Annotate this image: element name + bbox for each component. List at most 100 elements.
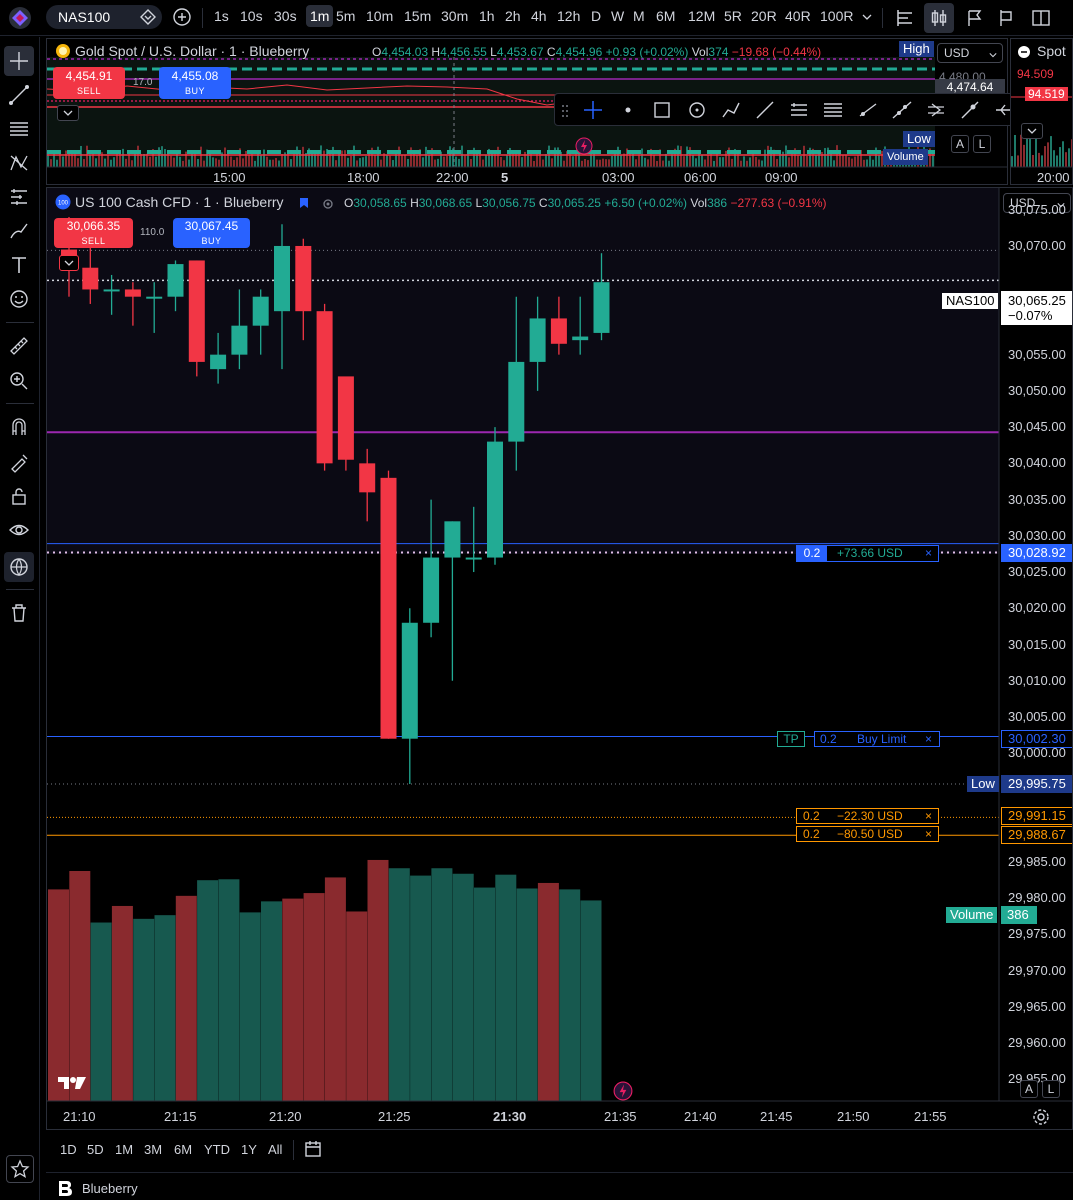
gold-sell-button[interactable]: 4,454.91 SELL bbox=[53, 67, 125, 99]
range-5d[interactable]: 5D bbox=[87, 1142, 104, 1157]
magnet-icon[interactable] bbox=[8, 416, 30, 438]
chart-type-button[interactable] bbox=[924, 3, 954, 33]
gold-collapse-button[interactable] bbox=[57, 105, 79, 121]
timeframe-1m[interactable]: 1m bbox=[306, 5, 334, 27]
log-scale-button[interactable]: L bbox=[1042, 1080, 1060, 1098]
nas100-collapse-button[interactable] bbox=[59, 255, 79, 271]
timeframe-4h[interactable]: 4h bbox=[531, 8, 547, 24]
range-all[interactable]: All bbox=[268, 1142, 282, 1157]
timeframe-m[interactable]: M bbox=[633, 8, 645, 24]
spot-collapse-button[interactable] bbox=[1021, 123, 1043, 139]
ruler-icon[interactable] bbox=[8, 335, 30, 357]
timeframe-5r[interactable]: 5R bbox=[724, 8, 742, 24]
timeframe-100r[interactable]: 100R bbox=[820, 8, 853, 24]
trash-icon[interactable] bbox=[8, 602, 30, 624]
timeframe-d[interactable]: D bbox=[591, 8, 601, 24]
take-profit-tag[interactable]: TP bbox=[777, 731, 805, 747]
position-order-tag[interactable]: 0.2 +73.66 USD × bbox=[796, 545, 939, 562]
watchlist-button[interactable] bbox=[6, 1155, 34, 1183]
cancel-stop-icon[interactable]: × bbox=[925, 809, 932, 823]
timeframe-12h[interactable]: 12h bbox=[557, 8, 580, 24]
fib-levels-icon[interactable] bbox=[822, 99, 844, 121]
layout-icon[interactable] bbox=[1030, 7, 1052, 29]
timeframe-1s[interactable]: 1s bbox=[214, 8, 229, 24]
forecast-icon[interactable] bbox=[8, 186, 30, 208]
range-1y[interactable]: 1Y bbox=[241, 1142, 257, 1157]
gold-auto-scale-button[interactable]: A bbox=[951, 135, 969, 153]
timeframe-30m[interactable]: 30m bbox=[441, 8, 468, 24]
bookmark-flag-icon[interactable] bbox=[298, 197, 310, 209]
flag-icon[interactable] bbox=[996, 7, 1018, 29]
spot-chart-pane[interactable]: Spot 94.509 94.519 20:00 bbox=[1010, 38, 1073, 185]
timeframe-w[interactable]: W bbox=[611, 8, 624, 24]
favorite-diamond-icon[interactable] bbox=[140, 9, 156, 25]
gold-log-scale-button[interactable]: L bbox=[973, 135, 991, 153]
close-position-icon[interactable]: × bbox=[925, 546, 932, 561]
timeframe-15m[interactable]: 15m bbox=[404, 8, 431, 24]
range-1d[interactable]: 1D bbox=[60, 1142, 77, 1157]
range-1m[interactable]: 1M bbox=[115, 1142, 133, 1157]
time-axis[interactable]: 21:10 21:15 21:20 21:25 21:30 21:35 21:40 21:45… bbox=[47, 1102, 1072, 1129]
circle-icon[interactable] bbox=[686, 99, 708, 121]
range-ytd[interactable]: YTD bbox=[204, 1142, 230, 1157]
trend-line-icon[interactable] bbox=[8, 84, 30, 106]
dot-icon[interactable] bbox=[617, 99, 639, 121]
cancel-stop-icon[interactable]: × bbox=[925, 827, 932, 841]
chevron-down-icon[interactable] bbox=[862, 12, 872, 22]
line-icon[interactable] bbox=[754, 99, 776, 121]
nas100-sell-button[interactable]: 30,066.35 SELL bbox=[54, 218, 133, 248]
text-icon[interactable] bbox=[8, 254, 30, 276]
timeframe-10m[interactable]: 10m bbox=[366, 8, 393, 24]
crosshair-tool[interactable] bbox=[4, 46, 34, 76]
range-6m[interactable]: 6M bbox=[174, 1142, 192, 1157]
alert-icon[interactable] bbox=[964, 7, 986, 29]
timeframe-2h[interactable]: 2h bbox=[505, 8, 521, 24]
timeframe-1h[interactable]: 1h bbox=[479, 8, 495, 24]
timeframe-30s[interactable]: 30s bbox=[274, 8, 297, 24]
tradingview-logo-icon[interactable] bbox=[57, 1074, 87, 1092]
brush-icon[interactable] bbox=[8, 220, 30, 242]
emoji-icon[interactable] bbox=[8, 288, 30, 310]
drawing-mode-icon[interactable] bbox=[8, 451, 30, 473]
nas100-chart-pane[interactable]: 100 US 100 Cash CFD · 1 · Blueberry O30,… bbox=[46, 187, 1073, 1130]
range-3m[interactable]: 3M bbox=[144, 1142, 162, 1157]
timeframe-10s[interactable]: 10s bbox=[240, 8, 263, 24]
spot-chart-canvas[interactable] bbox=[1011, 39, 1073, 185]
web-button[interactable] bbox=[4, 552, 34, 582]
lock-icon[interactable] bbox=[8, 485, 30, 507]
horizontal-lines-icon[interactable] bbox=[788, 99, 810, 121]
drag-handle-icon[interactable] bbox=[561, 103, 569, 119]
add-symbol-icon[interactable] bbox=[172, 7, 192, 27]
parallel-channel-icon[interactable] bbox=[925, 99, 947, 121]
symbol-search[interactable]: NAS100 bbox=[46, 5, 162, 29]
timeframe-12m[interactable]: 12M bbox=[688, 8, 715, 24]
spot-title[interactable]: Spot bbox=[1037, 43, 1066, 59]
gold-buy-button[interactable]: 4,455.08 BUY bbox=[159, 67, 231, 99]
stop-order-tag[interactable]: 0.2 −80.50 USD × bbox=[796, 826, 939, 842]
lightning-icon[interactable] bbox=[613, 1081, 633, 1101]
pattern-icon[interactable] bbox=[8, 152, 30, 174]
eye-icon[interactable] bbox=[8, 519, 30, 541]
indicators-icon[interactable] bbox=[894, 7, 916, 29]
timeframe-20r[interactable]: 20R bbox=[751, 8, 777, 24]
timeframe-6m[interactable]: 6M bbox=[656, 8, 675, 24]
timeframe-40r[interactable]: 40R bbox=[785, 8, 811, 24]
nas100-chart-canvas[interactable] bbox=[47, 188, 1073, 1130]
nas100-chart-title[interactable]: US 100 Cash CFD · 1 · Blueberry bbox=[75, 194, 284, 210]
app-logo-icon[interactable] bbox=[6, 5, 34, 31]
rectangle-icon[interactable] bbox=[651, 99, 673, 121]
gold-chart-title[interactable]: Gold Spot / U.S. Dollar · 1 · Blueberry bbox=[75, 43, 309, 59]
crosshair-icon[interactable] bbox=[582, 99, 604, 121]
info-line-icon[interactable] bbox=[959, 99, 981, 121]
gold-currency-select[interactable]: USD bbox=[937, 43, 1003, 63]
broker-logo-icon[interactable] bbox=[56, 1179, 74, 1197]
buy-limit-order-tag[interactable]: 0.2 Buy Limit × bbox=[814, 731, 940, 747]
fib-retracement-icon[interactable] bbox=[8, 118, 30, 140]
stop-order-tag[interactable]: 0.2 −22.30 USD × bbox=[796, 808, 939, 824]
auto-scale-button[interactable]: A bbox=[1020, 1080, 1038, 1098]
nas100-buy-button[interactable]: 30,067.45 BUY bbox=[173, 218, 250, 248]
settings-gear-icon[interactable] bbox=[1032, 1108, 1050, 1126]
timeframe-5m[interactable]: 5m bbox=[336, 8, 355, 24]
lightning-icon[interactable] bbox=[575, 137, 593, 155]
path-icon[interactable] bbox=[720, 99, 742, 121]
